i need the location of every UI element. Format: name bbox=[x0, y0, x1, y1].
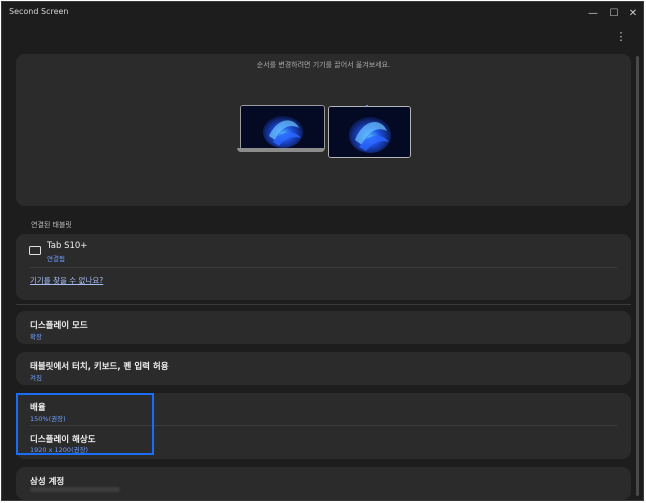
redacted-account-email bbox=[30, 487, 120, 492]
samsung-account-setting[interactable]: 삼성 계정 bbox=[16, 467, 631, 500]
tablet-icon bbox=[29, 246, 41, 255]
display-mode-title: 디스플레이 모드 bbox=[30, 321, 88, 331]
tablet-display-thumbnail[interactable] bbox=[328, 106, 411, 158]
arrange-hint: 순서를 변경하려면 기기를 끌어서 옮겨보세요. bbox=[256, 61, 391, 69]
connected-device-card: Tab S10+ 연결됨 기기를 찾을 수 없나요? bbox=[16, 234, 631, 300]
cant-find-device-link[interactable]: 기기를 찾을 수 없나요? bbox=[30, 275, 103, 286]
minimize-button[interactable]: — bbox=[583, 5, 603, 21]
more-vertical-icon[interactable]: ⋮ bbox=[615, 30, 627, 44]
display-mode-value: 확장 bbox=[30, 333, 42, 341]
close-button[interactable]: ✕ bbox=[623, 5, 643, 21]
samsung-account-title: 삼성 계정 bbox=[30, 477, 65, 487]
divider bbox=[30, 267, 617, 268]
device-status: 연결됨 bbox=[47, 255, 65, 263]
title-bar: Second Screen — ☐ ✕ bbox=[2, 2, 643, 24]
touch-input-setting[interactable]: 태블릿에서 터치, 키보드, 펜 입력 허용 켜짐 bbox=[16, 352, 631, 385]
device-name: Tab S10+ bbox=[47, 241, 88, 251]
touch-input-value: 켜짐 bbox=[30, 374, 42, 382]
display-mode-setting[interactable]: 디스플레이 모드 확장 bbox=[16, 311, 631, 344]
maximize-button[interactable]: ☐ bbox=[604, 5, 624, 21]
active-screen-marker bbox=[366, 105, 368, 107]
window-title: Second Screen bbox=[9, 7, 69, 16]
touch-input-title: 태블릿에서 터치, 키보드, 펜 입력 허용 bbox=[30, 362, 169, 372]
pc-display-thumbnail[interactable] bbox=[240, 105, 325, 151]
laptop-base bbox=[237, 148, 325, 152]
scrollbar[interactable] bbox=[636, 56, 639, 496]
connected-tablet-label: 연결된 태블릿 bbox=[31, 221, 72, 229]
section-separator bbox=[16, 304, 631, 305]
highlight-box bbox=[16, 393, 154, 455]
